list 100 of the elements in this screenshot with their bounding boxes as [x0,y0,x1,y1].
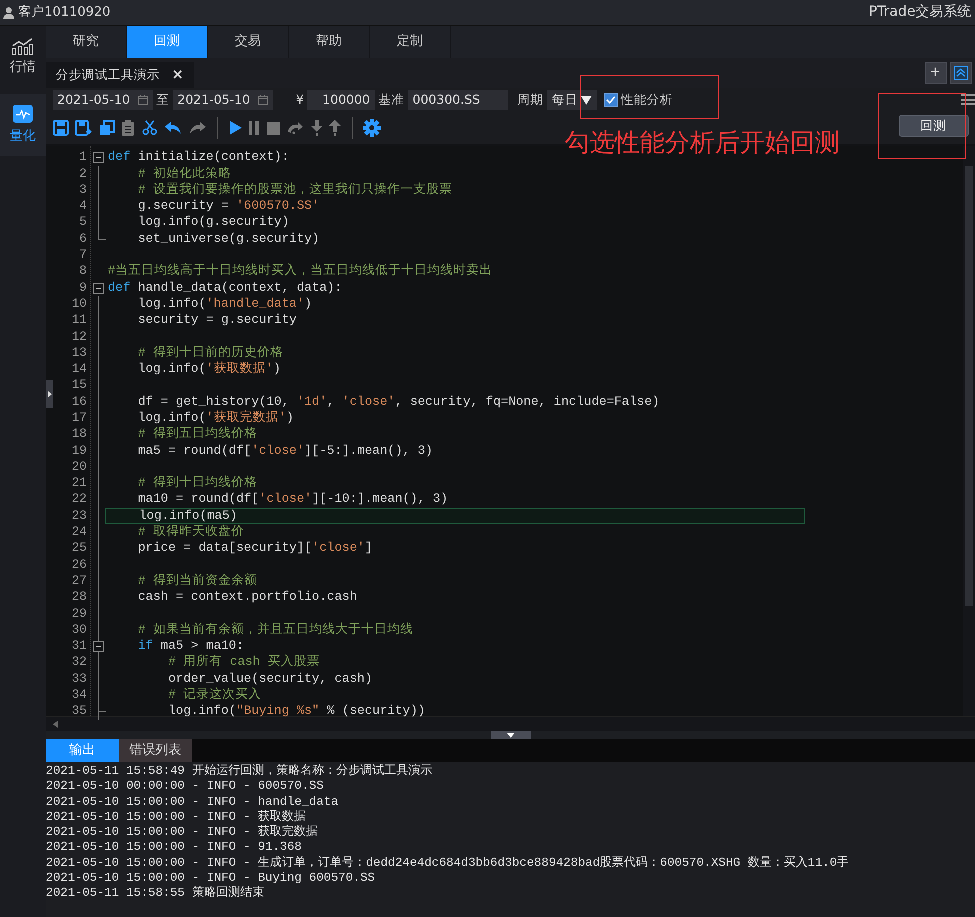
line-number: 22 [70,491,87,508]
code-line: # 得到十日均线价格 [137,475,258,492]
code-line: security = g.security [137,312,298,329]
copy-icon[interactable] [98,120,114,136]
scissors-icon[interactable] [142,120,158,136]
save-as-icon[interactable] [75,120,92,136]
code-line: def handle_data(context, data): [107,280,344,296]
calendar-icon [258,95,268,105]
code-line: # 取得昨天收盘价 [137,524,246,540]
add-tab-button[interactable]: + [924,62,946,84]
code-line: ma5 = round(df['close'][-5:].mean(), 3) [137,442,434,459]
code-line: # 得到十日前的历史价格 [137,344,284,362]
code-line: log.info('handle_data') [137,296,314,312]
code-line: # 得到当前资金余额 [137,572,258,590]
line-number: 25 [70,540,87,557]
period-select[interactable]: 每日 [546,90,598,110]
log-line: 2021-05-10 00:00:00 - INFO - 600570.SS [46,779,325,795]
capital-field[interactable]: 100000 [307,90,376,110]
date-field[interactable]: 2021-05-10 [52,90,154,110]
sidebar-item[interactable]: 量化 [0,94,46,156]
settings-icon[interactable] [363,119,381,137]
caret-icon [581,96,592,104]
code-line: price = data[security]['close'] [137,540,374,557]
calendar-icon [138,95,148,105]
line-number: 16 [70,394,87,410]
document-tab[interactable]: 分步调试工具演示 × [46,62,194,88]
line-number: 21 [70,475,87,492]
line-number: 10 [70,296,87,312]
line-number: 24 [70,524,87,540]
code-line: # 用所有 cash 买入股票 [167,654,321,671]
panel-handle[interactable] [46,380,53,408]
code-line: g.security = '600570.SS' [137,198,321,214]
log-line: 2021-05-11 15:58:49 开始运行回测，策略名称：分步调试工具演示 [46,764,434,780]
log-line: 2021-05-11 15:58:55 策略回测结束 [46,886,266,902]
backtest-button[interactable]: 回测 [898,114,968,138]
fold-toggle[interactable] [93,152,104,164]
currency-label: ¥ [296,90,304,109]
log-line: 2021-05-10 15:00:00 - INFO - handle_data [46,794,340,810]
line-number: 34 [70,687,87,704]
code-line: # 记录这次买入 [167,687,263,704]
line-number: 26 [70,556,87,573]
log-line: 2021-05-10 15:00:00 - INFO - Buying 600570.SS [46,871,376,886]
line-number: 9 [78,280,87,296]
annotation-text: 勾选性能分析后开始回测 [565,128,840,158]
code-line: log.info("Buying %s" % (security)) [167,703,426,720]
log-line: 2021-05-10 15:00:00 - INFO - 获取数据 [46,810,308,824]
line-number: 27 [70,572,87,590]
code-line: order_value(security, cash) [167,670,374,688]
app-title: PTrade交易系统 [868,3,972,22]
play-icon[interactable] [228,121,242,135]
line-number: 20 [70,458,87,476]
line-number: 4 [78,198,87,214]
line-chart-icon [12,36,34,55]
splitter-handle[interactable] [490,731,530,739]
menu-icon[interactable] [961,94,975,106]
chevrons-up-icon [954,66,968,80]
scroll-left-icon[interactable] [52,720,58,728]
user-account: 客户10110920 [18,4,111,22]
code-line: df = get_history(10, '1d', 'close', security, fq=None, include=False) [137,394,661,410]
line-number: 33 [70,670,87,688]
line-number: 14 [70,361,87,378]
benchmark-label: 基准 [378,90,405,109]
code-line: # 如果当前有余额，并且五日均线大于十日均线 [137,622,414,638]
line-number: 1 [78,149,87,166]
sidebar-item[interactable]: 行情 [0,26,46,88]
collapse-button[interactable] [950,62,972,84]
line-number: 28 [70,589,87,606]
line-number: 12 [70,328,87,345]
output-tab[interactable]: 错误列表 [119,739,192,762]
performance-checkbox[interactable] [604,93,618,107]
line-number: 11 [70,312,87,329]
code-line: if ma5 > ma10: [137,638,246,654]
fold-toggle[interactable] [93,282,104,294]
save-icon[interactable] [52,120,68,136]
fold-toggle[interactable] [93,641,104,652]
line-number: 23 [70,508,87,524]
undo-icon[interactable] [164,121,182,135]
line-number: 7 [78,247,87,264]
line-number: 2 [78,166,87,182]
line-number: 5 [78,214,87,231]
line-number: 13 [70,344,87,362]
line-number: 18 [70,426,87,443]
date-field[interactable]: 2021-05-10 [172,90,274,110]
close-button[interactable]: × [172,64,184,86]
code-line: # 设置我们要操作的股票池，这里我们只操作一支股票 [137,182,454,198]
period-label: 周期 [518,90,544,109]
code-line: cash = context.portfolio.cash [137,589,358,606]
code-line: def initialize(context): [107,149,290,166]
code-line: log.info('获取数据') [137,361,282,378]
line-number: 32 [70,654,87,671]
line-number: 35 [70,703,87,720]
benchmark-field[interactable]: 000300.SS [408,90,508,110]
line-number: 31 [70,638,87,654]
line-number: 17 [70,410,87,426]
line-number: 3 [78,182,87,198]
code-line: log.info('获取完数据') [137,410,295,426]
log-line: 2021-05-10 15:00:00 - INFO - 91.368 [46,840,303,856]
log-line: 2021-05-10 15:00:00 - INFO - 获取完数据 [46,825,320,840]
code-line: # 得到五日均线价格 [137,426,258,443]
performance-label: 性能分析 [620,90,673,109]
